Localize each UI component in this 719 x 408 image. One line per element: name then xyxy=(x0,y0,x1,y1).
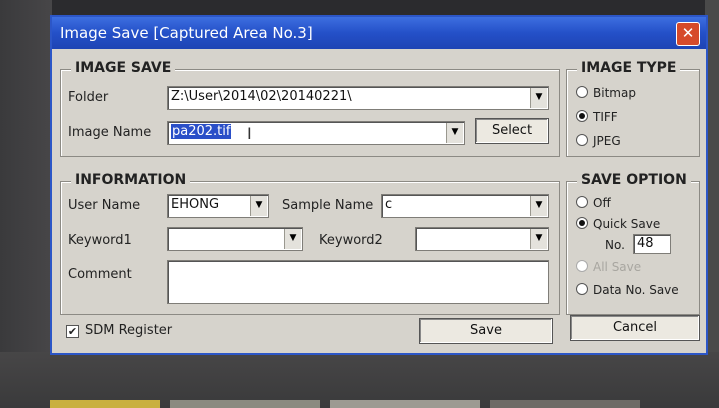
radio-icon xyxy=(576,134,588,146)
radio-icon xyxy=(576,86,588,98)
image-name-combobox[interactable]: pa202.tif ▼ xyxy=(167,121,465,145)
save-number-input[interactable]: 48 xyxy=(633,234,671,254)
chevron-down-icon: ▼ xyxy=(535,92,543,102)
checkbox-checked-icon: ✔ xyxy=(66,325,79,338)
jpeg-label: JPEG xyxy=(593,134,621,148)
thumbnail-strip xyxy=(330,400,480,408)
chevron-down-icon: ▼ xyxy=(289,233,297,243)
chevron-down-icon: ▼ xyxy=(535,233,543,243)
folder-value: Z:\User\2014\02\20140221\ xyxy=(171,89,352,104)
chevron-down-icon: ▼ xyxy=(451,127,459,137)
keyword2-combobox[interactable]: ▼ xyxy=(415,227,549,251)
data-no-save-radio[interactable]: Data No. Save xyxy=(576,283,679,297)
sample-name-label: Sample Name xyxy=(282,198,374,213)
sdm-register-checkbox[interactable]: ✔ SDM Register xyxy=(66,323,172,338)
thumbnail-strip xyxy=(170,400,320,408)
close-icon: ✕ xyxy=(681,24,695,42)
bitmap-label: Bitmap xyxy=(593,86,636,100)
radio-icon xyxy=(576,260,588,272)
save-option-group: SAVE OPTION Off Quick Save No. 48 All Sa… xyxy=(566,172,700,315)
data-no-save-label: Data No. Save xyxy=(593,283,679,297)
quick-save-radio[interactable]: Quick Save xyxy=(576,217,660,231)
keyword1-label: Keyword1 xyxy=(68,233,132,248)
image-save-dialog: Image Save [Captured Area No.3] ✕ IMAGE … xyxy=(50,15,708,355)
all-save-label: All Save xyxy=(593,260,642,274)
no-label: No. xyxy=(605,238,625,252)
sample-name-combobox[interactable]: c ▼ xyxy=(381,194,549,218)
save-option-title: SAVE OPTION xyxy=(577,172,691,188)
dialog-title: Image Save [Captured Area No.3] xyxy=(60,24,313,42)
user-name-dropdown-button[interactable]: ▼ xyxy=(250,196,267,216)
tiff-label: TIFF xyxy=(593,110,618,124)
radio-selected-icon xyxy=(576,110,588,122)
user-name-label: User Name xyxy=(68,198,141,213)
close-button[interactable]: ✕ xyxy=(676,22,700,46)
information-group: INFORMATION User Name EHONG ▼ Sample Nam… xyxy=(60,172,560,315)
chevron-down-icon: ▼ xyxy=(255,200,263,210)
thumbnail-strip xyxy=(50,400,160,408)
image-save-title: IMAGE SAVE xyxy=(71,60,176,76)
chevron-down-icon: ▼ xyxy=(535,200,543,210)
comment-textarea[interactable] xyxy=(167,260,549,304)
image-type-group: IMAGE TYPE Bitmap TIFF JPEG xyxy=(566,60,700,157)
radio-icon xyxy=(576,283,588,295)
information-title: INFORMATION xyxy=(71,172,191,188)
thumbnail-strip xyxy=(490,400,640,408)
image-name-dropdown-button[interactable]: ▼ xyxy=(446,123,463,143)
bitmap-radio[interactable]: Bitmap xyxy=(576,86,636,100)
quick-save-label: Quick Save xyxy=(593,217,661,231)
all-save-radio: All Save xyxy=(576,260,641,274)
comment-label: Comment xyxy=(68,267,132,282)
sample-name-dropdown-button[interactable]: ▼ xyxy=(530,196,547,216)
image-save-group: IMAGE SAVE Folder Z:\User\2014\02\201402… xyxy=(60,60,560,157)
folder-dropdown-button[interactable]: ▼ xyxy=(530,88,547,108)
sdm-register-label: SDM Register xyxy=(85,323,173,338)
folder-combobox[interactable]: Z:\User\2014\02\20140221\ ▼ xyxy=(167,86,549,110)
folder-label: Folder xyxy=(68,90,109,105)
dialog-titlebar[interactable]: Image Save [Captured Area No.3] ✕ xyxy=(52,17,706,49)
text-cursor-icon: I xyxy=(247,124,252,143)
radio-selected-icon xyxy=(576,217,588,229)
save-number-value: 48 xyxy=(637,236,654,251)
background-taskbar xyxy=(0,352,719,408)
keyword2-dropdown-button[interactable]: ▼ xyxy=(530,229,547,249)
keyword1-combobox[interactable]: ▼ xyxy=(167,227,303,251)
tiff-radio[interactable]: TIFF xyxy=(576,110,618,124)
off-label: Off xyxy=(593,196,611,210)
sample-name-value: c xyxy=(385,197,393,212)
user-name-value: EHONG xyxy=(171,197,220,212)
background-left xyxy=(0,0,52,408)
radio-icon xyxy=(576,196,588,208)
image-type-title: IMAGE TYPE xyxy=(577,60,681,76)
image-name-value[interactable]: pa202.tif xyxy=(171,124,232,139)
user-name-combobox[interactable]: EHONG ▼ xyxy=(167,194,269,218)
keyword2-label: Keyword2 xyxy=(319,233,383,248)
cancel-button[interactable]: Cancel xyxy=(570,315,700,341)
select-button[interactable]: Select xyxy=(475,118,549,144)
image-name-label: Image Name xyxy=(68,125,152,140)
off-radio[interactable]: Off xyxy=(576,196,611,210)
keyword1-dropdown-button[interactable]: ▼ xyxy=(284,229,301,249)
save-button[interactable]: Save xyxy=(419,318,553,344)
jpeg-radio[interactable]: JPEG xyxy=(576,134,621,148)
